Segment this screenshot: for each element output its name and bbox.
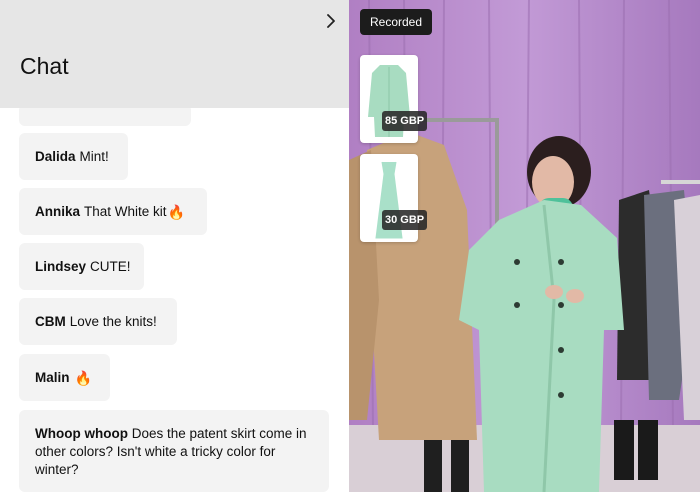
recorded-status-badge: Recorded <box>360 9 433 35</box>
product-price-tag: 85 GBP <box>382 111 428 131</box>
chat-message: Lindsey CUTE! <box>19 243 144 290</box>
chat-header: Chat <box>0 0 349 108</box>
video-player[interactable]: Recorded 85 GBP 30 GBP <box>349 0 700 492</box>
message-text: Mint! <box>79 148 109 164</box>
message-text: CUTE! <box>90 258 131 274</box>
fire-emoji-icon: 🔥 <box>167 203 185 220</box>
fire-emoji-icon: 🔥 <box>74 369 92 386</box>
product-card-mint-coat[interactable]: 85 GBP <box>360 55 428 143</box>
chat-message: Malin 🔥 <box>19 354 110 401</box>
message-author: Annika <box>35 203 81 219</box>
collapse-chat-button[interactable] <box>321 11 341 31</box>
message-author: Malin <box>35 369 70 385</box>
message-text: Love the knits! <box>69 313 157 329</box>
chevron-right-icon <box>327 14 335 28</box>
message-text: That White kit <box>84 203 167 219</box>
chat-title: Chat <box>20 53 69 79</box>
chat-message: Whoop whoop Does the patent skirt come i… <box>19 410 329 492</box>
product-card-mint-slip-dress[interactable]: 30 GBP <box>360 154 428 242</box>
message-author: CBM <box>35 313 66 329</box>
message-author: Lindsey <box>35 258 87 274</box>
product-price-tag: 30 GBP <box>382 210 428 230</box>
chat-message: Dalida Mint! <box>19 133 128 180</box>
chat-message: CBM Love the knits! <box>19 298 177 345</box>
chat-panel: Dalida Mint! Annika That White kit 🔥 Lin… <box>0 0 349 492</box>
message-author: Whoop whoop <box>35 426 128 441</box>
message-author: Dalida <box>35 148 76 164</box>
chat-message: Annika That White kit 🔥 <box>19 188 207 235</box>
